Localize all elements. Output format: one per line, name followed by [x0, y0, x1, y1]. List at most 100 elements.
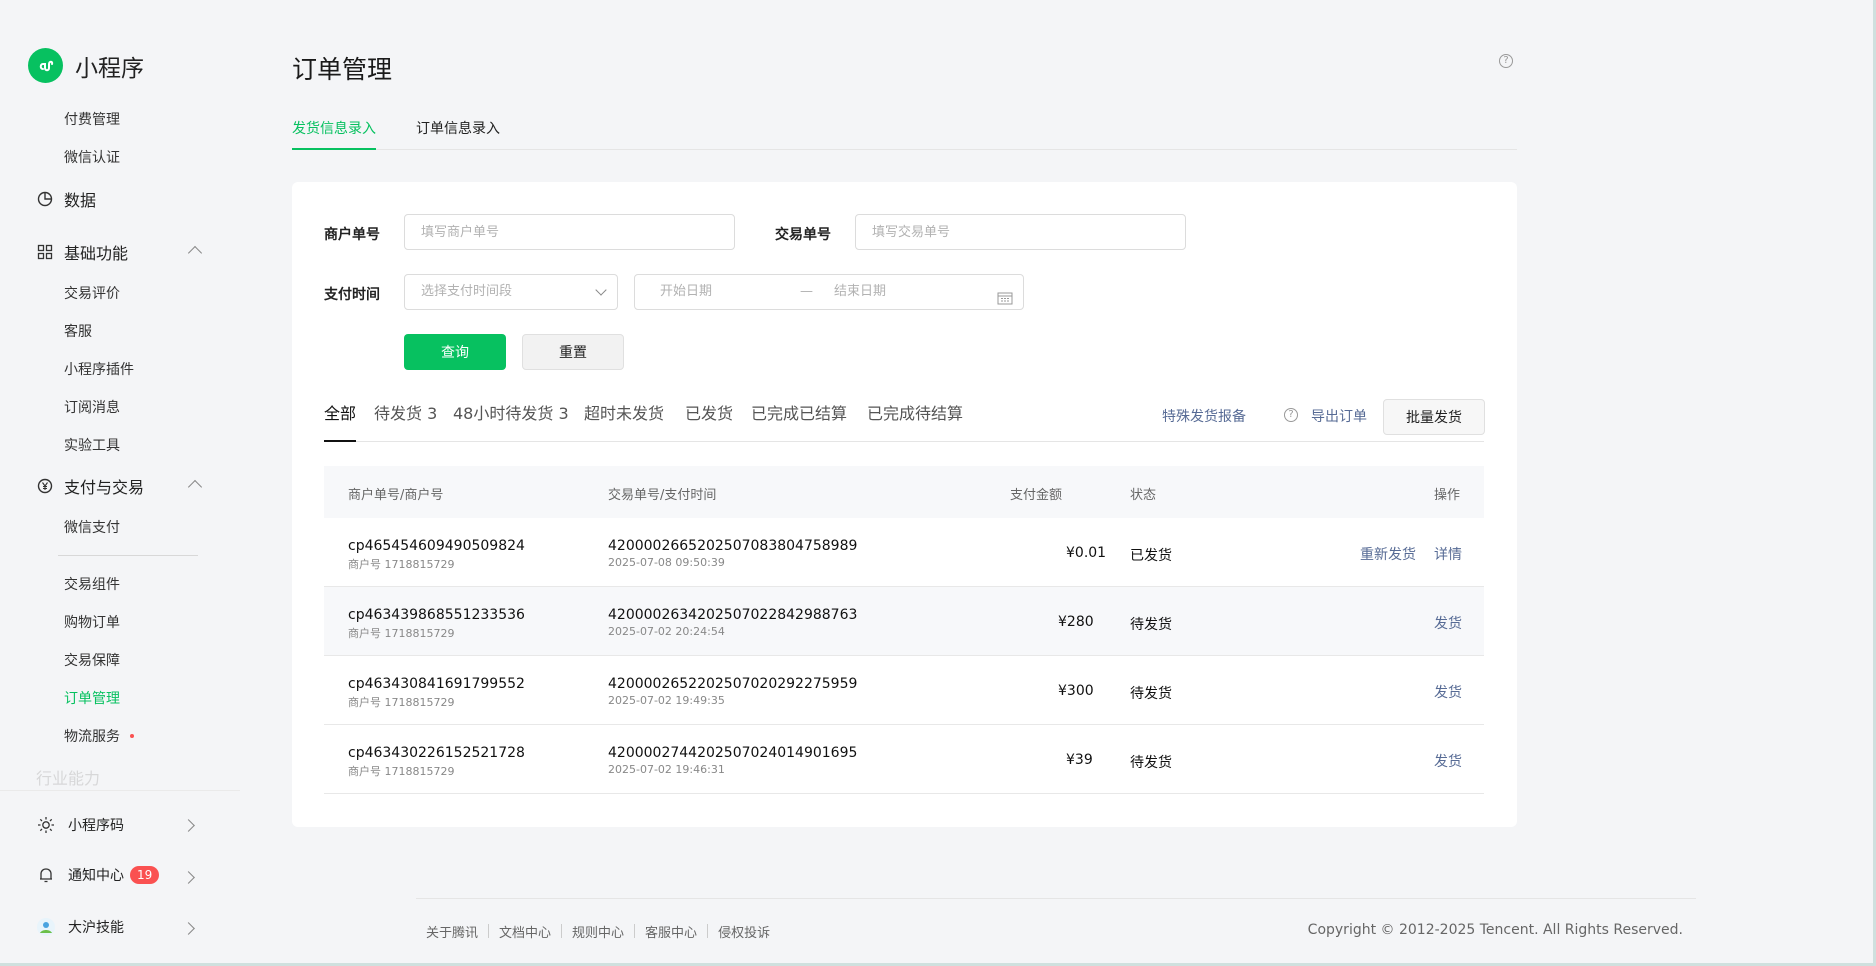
logo[interactable]: 小程序 [28, 48, 144, 83]
footer-separator [707, 924, 709, 938]
start-date-field[interactable]: 开始日期 [660, 275, 712, 309]
chevron-right-icon[interactable] [182, 819, 195, 832]
pay-time-label: 支付时间 [324, 287, 380, 303]
footer-divider [416, 898, 1696, 899]
table-row: cp463439868551233536 商户号 1718815729 4200… [324, 587, 1484, 656]
footer-link-about[interactable]: 关于腾讯 [426, 922, 478, 941]
merchant-no: cp463430841691799552 [348, 676, 525, 692]
calendar-icon[interactable] [997, 285, 1013, 319]
trade-no: 4200002634202507022842988763 [608, 607, 858, 623]
status-tab-overdue[interactable]: 超时未发货 [584, 400, 664, 424]
merchant-id: 商户号 1718815729 [348, 558, 455, 571]
status-tab-shipped[interactable]: 已发货 [685, 400, 733, 424]
footer-separator [488, 924, 490, 938]
merchant-no: cp463439868551233536 [348, 607, 525, 623]
sidebar-item-wechat-pay[interactable]: 微信支付 [64, 517, 120, 537]
date-range-picker[interactable]: 开始日期 — 结束日期 [634, 274, 1024, 310]
sidebar-item-trade-component[interactable]: 交易组件 [64, 574, 120, 594]
tab-order-entry[interactable]: 订单信息录入 [416, 118, 500, 138]
footer-link-docs[interactable]: 文档中心 [499, 922, 551, 941]
account-avatar-icon [36, 917, 56, 937]
footer-links: 关于腾讯 文档中心 规则中心 客服中心 侵权投诉 [426, 922, 770, 941]
footer-link-rules[interactable]: 规则中心 [572, 922, 624, 941]
tab-shipping-entry[interactable]: 发货信息录入 [292, 118, 376, 150]
sidebar-item-subscribe[interactable]: 订阅消息 [64, 397, 120, 417]
merchant-no: cp463430226152521728 [348, 745, 525, 761]
column-header-merchant: 商户单号/商户号 [348, 488, 444, 503]
sidebar-item-billing[interactable]: 付费管理 [64, 109, 120, 129]
sidebar-item-trade-guarantee[interactable]: 交易保障 [64, 650, 120, 670]
chevron-up-icon[interactable] [187, 479, 203, 495]
pay-time-range-select[interactable]: 选择支付时间段 [404, 274, 618, 310]
footer-link-report[interactable]: 侵权投诉 [718, 922, 770, 941]
trade-no-label: 交易单号 [775, 227, 831, 243]
sidebar-group-data[interactable]: 数据 [36, 187, 96, 211]
reset-button[interactable]: 重置 [522, 334, 624, 370]
sidebar-item-qrcode[interactable]: 小程序码 [36, 815, 124, 835]
reship-link[interactable]: 重新发货 [1360, 544, 1416, 564]
special-shipping-report-link[interactable]: 特殊发货报备 [1162, 406, 1246, 426]
chevron-down-icon [595, 284, 607, 296]
pie-chart-icon [36, 190, 54, 208]
notification-count-badge: 19 [130, 866, 160, 884]
batch-ship-button[interactable]: 批量发货 [1383, 399, 1485, 435]
new-dot-indicator [130, 734, 134, 738]
sidebar-item-notifications[interactable]: 通知中心 19 [36, 865, 160, 885]
chevron-right-icon[interactable] [182, 871, 195, 884]
ship-link[interactable]: 发货 [1434, 751, 1462, 771]
sidebar-item-label: 小程序码 [68, 818, 124, 834]
sidebar-item-customer-service[interactable]: 客服 [64, 321, 92, 341]
chevron-up-icon[interactable] [187, 245, 203, 261]
merchant-no-input[interactable] [404, 214, 735, 250]
trade-no: 4200002744202507024014901695 [608, 745, 858, 761]
order-status: 待发货 [1130, 686, 1172, 702]
column-header-status: 状态 [1130, 488, 1157, 503]
footer-separator [634, 924, 636, 938]
footer-link-support[interactable]: 客服中心 [645, 922, 697, 941]
sidebar-item-trade-review[interactable]: 交易评价 [64, 283, 120, 303]
sidebar-item-logistics[interactable]: 物流服务 [64, 726, 120, 746]
pay-time: 2025-07-02 19:49:35 [608, 694, 725, 707]
sidebar-item-label: 大沪技能 [68, 920, 124, 936]
merchant-id: 商户号 1718815729 [348, 765, 455, 778]
help-icon[interactable]: ? [1284, 408, 1298, 422]
status-tab-48h-pending[interactable]: 48小时待发货 3 [453, 400, 569, 424]
trade-no-input[interactable] [855, 214, 1186, 250]
page-title: 订单管理 [292, 55, 393, 84]
sidebar-item-account[interactable]: 大沪技能 [36, 917, 124, 937]
status-tab-settled[interactable]: 已完成已结算 [751, 400, 847, 424]
app-frame: 小程序 付费管理 微信认证 数据 基础功能 交易评价 客服 小程序插件 订阅消息… [0, 0, 1876, 966]
sidebar-group-basic[interactable]: 基础功能 [36, 240, 128, 264]
order-status: 待发货 [1130, 755, 1172, 771]
query-button[interactable]: 查询 [404, 334, 506, 370]
sidebar-item-lab-tools[interactable]: 实验工具 [64, 435, 120, 455]
status-tab-all[interactable]: 全部 [324, 400, 357, 442]
chevron-right-icon[interactable] [182, 922, 195, 935]
sidebar-group-pay[interactable]: 支付与交易 [36, 474, 144, 498]
footer-separator [561, 924, 563, 938]
pay-amount: ¥300 [1058, 683, 1094, 699]
table-row: cp465454609490509824 商户号 1718815729 4200… [324, 518, 1484, 587]
status-tab-unsettled[interactable]: 已完成待结算 [867, 400, 963, 424]
ship-link[interactable]: 发货 [1434, 613, 1462, 633]
export-orders-link[interactable]: 导出订单 [1311, 406, 1367, 426]
sidebar-item-wechat-verify[interactable]: 微信认证 [64, 147, 120, 167]
details-link[interactable]: 详情 [1434, 544, 1462, 564]
pay-time: 2025-07-02 20:24:54 [608, 625, 725, 638]
merchant-id: 商户号 1718815729 [348, 696, 455, 709]
sidebar-item-plugins[interactable]: 小程序插件 [64, 359, 134, 379]
help-icon[interactable]: ? [1499, 54, 1513, 68]
table-row: cp463430226152521728 商户号 1718815729 4200… [324, 725, 1484, 794]
sidebar-item-shopping-orders[interactable]: 购物订单 [64, 612, 120, 632]
yuan-coin-icon [36, 477, 54, 495]
sidebar-item-label: 通知中心 [68, 868, 124, 884]
sidebar-item-order-management[interactable]: 订单管理 [64, 688, 120, 708]
end-date-field[interactable]: 结束日期 [834, 275, 886, 309]
status-tabs: 全部 待发货 3 48小时待发货 3 超时未发货 已发货 已完成已结算 已完成待… [324, 400, 1484, 442]
ship-link[interactable]: 发货 [1434, 682, 1462, 702]
merchant-no: cp465454609490509824 [348, 538, 525, 554]
status-tab-pending[interactable]: 待发货 3 [374, 400, 437, 424]
select-placeholder: 选择支付时间段 [421, 284, 513, 299]
sidebar-group-industry[interactable]: 行业能力 [36, 765, 100, 789]
pay-amount: ¥280 [1058, 614, 1094, 630]
